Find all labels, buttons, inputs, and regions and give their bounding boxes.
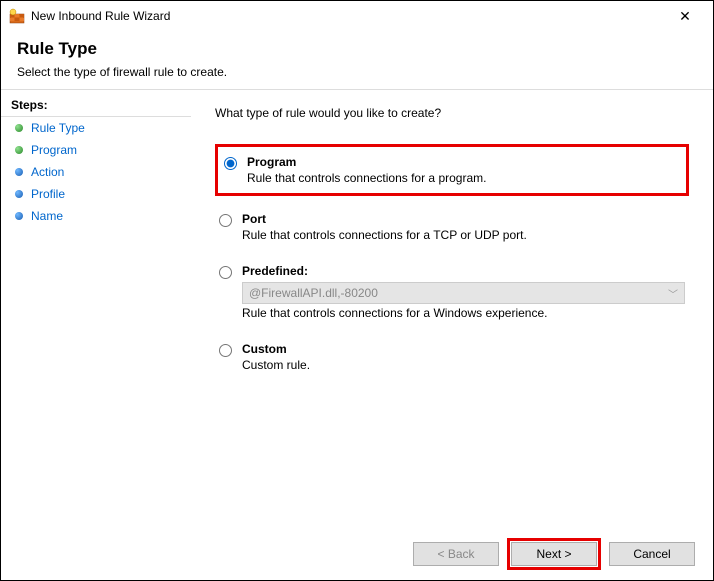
step-label: Program <box>31 143 77 157</box>
steps-header: Steps: <box>1 98 191 117</box>
main-prompt: What type of rule would you like to crea… <box>215 106 689 120</box>
option-title: Port <box>242 212 685 226</box>
option-custom[interactable]: Custom Custom rule. <box>215 336 689 378</box>
radio-predefined[interactable] <box>219 266 232 279</box>
step-label: Profile <box>31 187 65 201</box>
main-panel: What type of rule would you like to crea… <box>191 90 713 526</box>
firewall-wizard-icon <box>9 8 25 24</box>
option-title: Program <box>247 155 680 169</box>
step-action[interactable]: Action <box>1 161 191 183</box>
page-subtitle: Select the type of firewall rule to crea… <box>17 65 697 79</box>
step-profile[interactable]: Profile <box>1 183 191 205</box>
option-predefined[interactable]: Predefined: @FirewallAPI.dll,-80200 ﹀ Ru… <box>215 258 689 326</box>
next-button[interactable]: Next > <box>511 542 597 566</box>
option-title: Predefined: <box>242 264 685 278</box>
bullet-icon <box>15 168 23 176</box>
option-desc: Custom rule. <box>242 358 685 372</box>
bullet-icon <box>15 190 23 198</box>
predefined-select[interactable]: @FirewallAPI.dll,-80200 ﹀ <box>242 282 685 304</box>
cancel-button[interactable]: Cancel <box>609 542 695 566</box>
bullet-icon <box>15 124 23 132</box>
steps-sidebar: Steps: Rule Type Program Action Profile … <box>1 90 191 526</box>
step-program[interactable]: Program <box>1 139 191 161</box>
step-label: Name <box>31 209 63 223</box>
option-port[interactable]: Port Rule that controls connections for … <box>215 206 689 248</box>
option-desc: Rule that controls connections for a TCP… <box>242 228 685 242</box>
highlight-next-button: Next > <box>507 538 601 570</box>
bullet-icon <box>15 212 23 220</box>
wizard-header: Rule Type Select the type of firewall ru… <box>1 31 713 89</box>
option-program[interactable]: Program Rule that controls connections f… <box>220 149 684 191</box>
radio-port[interactable] <box>219 214 232 227</box>
window-title: New Inbound Rule Wizard <box>31 9 665 23</box>
predefined-select-value: @FirewallAPI.dll,-80200 <box>249 286 378 300</box>
step-label: Action <box>31 165 64 179</box>
close-button[interactable]: ✕ <box>665 1 705 31</box>
option-title: Custom <box>242 342 685 356</box>
step-rule-type[interactable]: Rule Type <box>1 117 191 139</box>
option-desc: Rule that controls connections for a pro… <box>247 171 680 185</box>
back-button[interactable]: < Back <box>413 542 499 566</box>
highlight-program-option: Program Rule that controls connections f… <box>215 144 689 196</box>
bullet-icon <box>15 146 23 154</box>
radio-custom[interactable] <box>219 344 232 357</box>
chevron-down-icon: ﹀ <box>668 286 678 301</box>
wizard-footer: < Back Next > Cancel <box>1 528 713 580</box>
radio-program[interactable] <box>224 157 237 170</box>
titlebar: New Inbound Rule Wizard ✕ <box>1 1 713 31</box>
step-label: Rule Type <box>31 121 85 135</box>
step-name[interactable]: Name <box>1 205 191 227</box>
page-title: Rule Type <box>17 39 697 59</box>
option-desc: Rule that controls connections for a Win… <box>242 306 685 320</box>
